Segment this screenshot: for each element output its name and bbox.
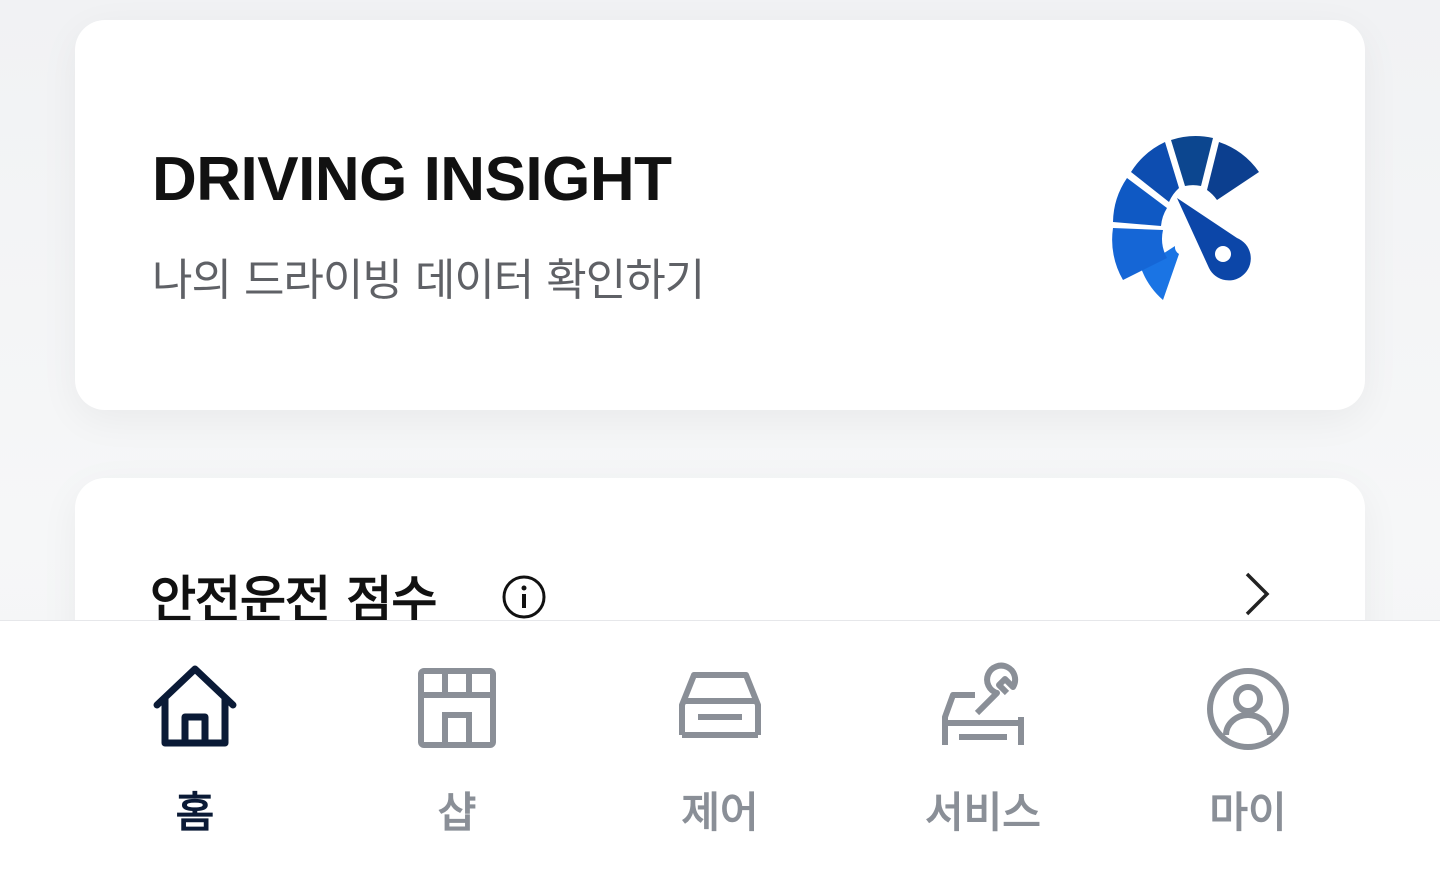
driving-insight-card[interactable]: DRIVING INSIGHT 나의 드라이빙 데이터 확인하기 (75, 20, 1365, 410)
app-viewport: DRIVING INSIGHT 나의 드라이빙 데이터 확인하기 안전운전 점수 (0, 0, 1440, 880)
tab-service-label: 서비스 (925, 788, 1041, 837)
tab-my[interactable]: 마이 (1148, 621, 1348, 880)
tab-control-label: 제어 (681, 788, 759, 837)
insight-title: DRIVING INSIGHT (152, 145, 672, 214)
tab-home[interactable]: 홈 (95, 621, 295, 880)
user-icon (1207, 668, 1289, 750)
car-icon (679, 672, 761, 738)
tab-control[interactable]: 제어 (620, 621, 820, 880)
tab-my-label: 마이 (1209, 788, 1287, 837)
info-icon[interactable] (500, 573, 548, 621)
home-icon (153, 665, 237, 747)
tab-shop-label: 샵 (437, 788, 477, 837)
shop-icon (418, 668, 496, 748)
tab-home-label: 홈 (175, 788, 215, 837)
chevron-right-icon[interactable] (1239, 570, 1275, 618)
insight-subtitle: 나의 드라이빙 데이터 확인하기 (152, 255, 705, 306)
tab-service[interactable]: 서비스 (883, 621, 1083, 880)
car-wrench-icon (942, 662, 1024, 745)
tab-shop[interactable]: 샵 (357, 621, 557, 880)
speedometer-gauge-icon (1112, 136, 1259, 300)
bottom-tab-bar: 홈 샵 제어 서비스 마이 (0, 620, 1440, 880)
